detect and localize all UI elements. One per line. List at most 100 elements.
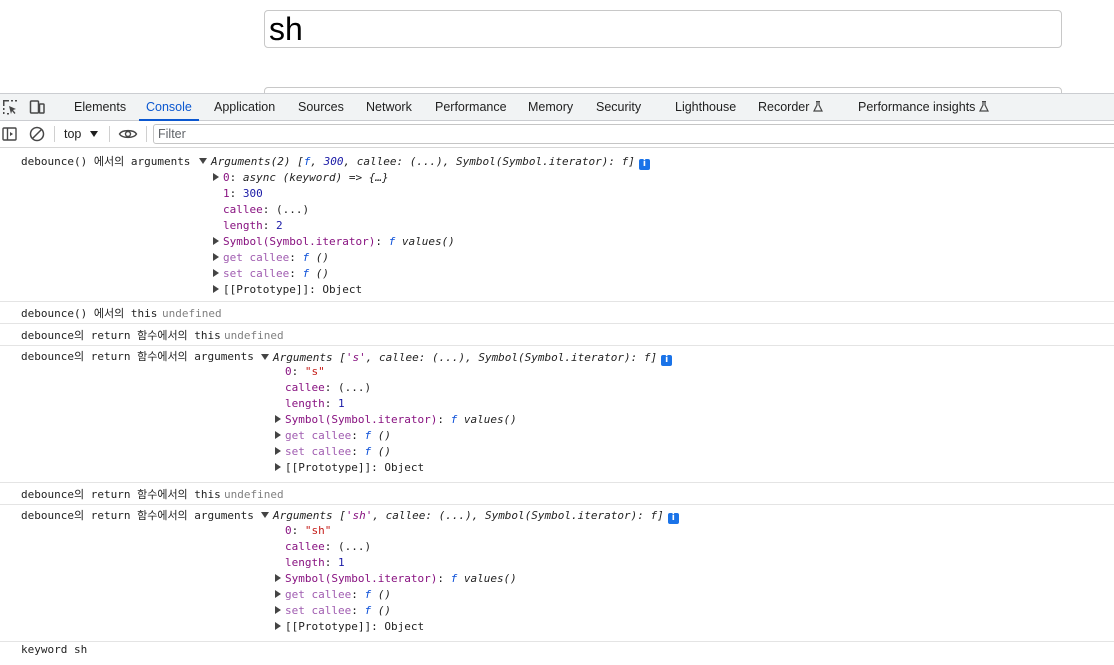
prop-key: length	[285, 397, 325, 410]
prop-row[interactable]: set callee: f ()	[275, 603, 391, 619]
eye-icon[interactable]	[118, 125, 138, 143]
prop-row[interactable]: callee: (...)	[285, 380, 371, 396]
tab-performance-insights[interactable]: Performance insights	[858, 94, 990, 121]
prop-row[interactable]: [[Prototype]]: Object	[213, 282, 362, 298]
tab-lighthouse[interactable]: Lighthouse	[675, 94, 736, 121]
info-icon[interactable]: i	[661, 355, 673, 366]
prop-key: set callee	[223, 267, 290, 280]
prop-key: callee	[285, 540, 325, 553]
prop-key: 0	[285, 365, 292, 378]
prop-row[interactable]: Symbol(Symbol.iterator): f values()	[275, 412, 517, 428]
prop-row[interactable]: get callee: f ()	[275, 428, 391, 444]
prop-value: values()	[457, 413, 517, 426]
expand-arrow-icon[interactable]	[275, 606, 281, 614]
filter-input[interactable]	[153, 124, 1114, 144]
expand-arrow-icon[interactable]	[275, 622, 281, 630]
info-icon[interactable]: i	[638, 159, 650, 170]
prop-key: length	[223, 219, 263, 232]
devtools-panel: Elements Console Application Sources Net…	[0, 93, 1114, 665]
device-toolbar-icon[interactable]	[28, 98, 46, 116]
prop-row: 0: "s"	[285, 365, 325, 378]
expand-arrow-icon[interactable]	[275, 463, 281, 471]
sidebar-toggle-icon[interactable]	[1, 125, 19, 143]
prop-key: [[Prototype]]	[285, 461, 372, 474]
collapse-arrow-icon[interactable]	[261, 354, 269, 360]
expand-arrow-icon[interactable]	[213, 269, 219, 277]
prop-row: length: 2	[223, 219, 283, 232]
console-output: debounce() 에서의 arguments Arguments(2) [f…	[0, 148, 1114, 665]
prop-row[interactable]: set callee: f ()	[213, 266, 329, 282]
prop-value: ()	[371, 588, 391, 601]
prop-key: Symbol(Symbol.iterator)	[285, 572, 438, 585]
tab-memory[interactable]: Memory	[528, 94, 573, 121]
expand-arrow-icon[interactable]	[275, 431, 281, 439]
log-label: debounce의 return 함수에서의 this	[21, 329, 221, 342]
prop-value[interactable]: (...)	[338, 540, 371, 553]
prop-row[interactable]: callee: (...)	[223, 202, 309, 218]
tab-application[interactable]: Application	[214, 94, 275, 121]
prop-key: Symbol(Symbol.iterator)	[223, 235, 376, 248]
prop-row[interactable]: set callee: f ()	[275, 444, 391, 460]
prop-value: "sh"	[304, 524, 332, 537]
log-value: undefined	[224, 488, 284, 501]
expand-arrow-icon[interactable]	[275, 447, 281, 455]
tab-console[interactable]: Console	[139, 94, 199, 121]
summary-string: 'sh'	[345, 509, 373, 522]
expand-arrow-icon[interactable]	[213, 173, 219, 181]
log-value: undefined	[224, 329, 284, 342]
log-label: debounce() 에서의 arguments	[21, 155, 191, 168]
prop-key: callee	[285, 381, 325, 394]
expand-arrow-icon[interactable]	[275, 590, 281, 598]
toolbar-divider	[146, 126, 147, 142]
toolbar-divider	[109, 126, 110, 142]
console-message: keyword sh	[0, 642, 1114, 664]
prop-key: 0	[285, 524, 292, 537]
tab-sources[interactable]: Sources	[298, 94, 344, 121]
prop-row[interactable]: Symbol(Symbol.iterator): f values()	[275, 571, 517, 587]
log-label: debounce의 return 함수에서의 this	[21, 488, 221, 501]
collapse-arrow-icon[interactable]	[261, 512, 269, 518]
tab-elements[interactable]: Elements	[74, 94, 126, 121]
devtools-tab-bar: Elements Console Application Sources Net…	[0, 93, 1114, 121]
context-selector[interactable]: top	[64, 121, 81, 147]
search-input[interactable]	[264, 10, 1062, 48]
collapse-arrow-icon[interactable]	[199, 158, 207, 164]
expand-arrow-icon[interactable]	[275, 415, 281, 423]
context-dropdown-icon[interactable]	[90, 131, 98, 137]
arguments-summary[interactable]: Arguments(2) [f, 300, callee: (...), Sym…	[199, 154, 650, 170]
prop-value: Object	[384, 461, 425, 474]
tab-recorder[interactable]: Recorder	[758, 94, 824, 121]
prop-value[interactable]: (...)	[276, 203, 309, 216]
tab-network[interactable]: Network	[366, 94, 412, 121]
expand-arrow-icon[interactable]	[213, 253, 219, 261]
summary-number: 300	[323, 155, 344, 168]
prop-value[interactable]: (...)	[338, 381, 371, 394]
expand-arrow-icon[interactable]	[213, 285, 219, 293]
prop-row[interactable]: 0: async (keyword) => {…}	[213, 170, 389, 186]
prop-row[interactable]: get callee: f ()	[213, 250, 329, 266]
prop-key: get callee	[285, 588, 352, 601]
prop-row[interactable]: [[Prototype]]: Object	[275, 619, 424, 635]
console-message: debounce() 에서의 arguments Arguments(2) [f…	[0, 148, 1114, 302]
flask-icon	[813, 101, 824, 112]
summary-rest: , callee: (...), Symbol(Symbol.iterator)…	[372, 509, 664, 522]
console-message: debounce() 에서의 this undefined	[0, 302, 1114, 324]
prop-value: 1	[338, 556, 345, 569]
summary-string: 's'	[345, 351, 366, 364]
prop-row: 0: "sh"	[285, 524, 332, 537]
console-toolbar: top	[0, 121, 1114, 148]
expand-arrow-icon[interactable]	[213, 237, 219, 245]
tab-security[interactable]: Security	[596, 94, 641, 121]
inspect-element-icon[interactable]	[1, 98, 19, 116]
prop-row[interactable]: get callee: f ()	[275, 587, 391, 603]
prop-row[interactable]: Symbol(Symbol.iterator): f values()	[213, 234, 455, 250]
info-icon[interactable]: i	[667, 513, 679, 524]
prop-row[interactable]: callee: (...)	[285, 539, 371, 555]
prop-row[interactable]: [[Prototype]]: Object	[275, 460, 424, 476]
prop-value: 2	[276, 219, 283, 232]
expand-arrow-icon[interactable]	[275, 574, 281, 582]
arguments-summary[interactable]: Arguments ['sh', callee: (...), Symbol(S…	[261, 508, 679, 524]
clear-console-icon[interactable]	[28, 125, 46, 143]
prop-value: ()	[309, 251, 329, 264]
tab-performance[interactable]: Performance	[435, 94, 507, 121]
